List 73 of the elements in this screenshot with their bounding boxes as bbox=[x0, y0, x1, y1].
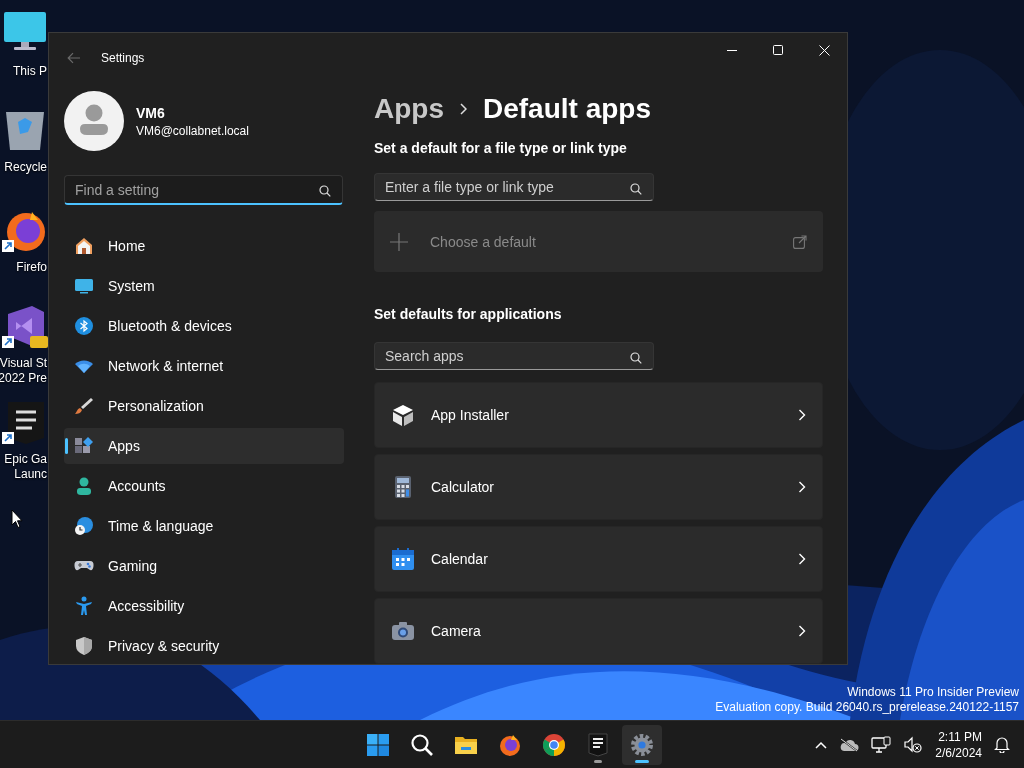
nav-item[interactable]: Apps bbox=[64, 428, 344, 464]
ribbon-logo-icon[interactable] bbox=[2, 304, 48, 350]
clock[interactable]: 2:11 PM 2/6/2024 bbox=[935, 728, 982, 761]
icon-label: Recycle bbox=[4, 160, 47, 175]
accessibility-icon bbox=[74, 596, 94, 616]
nav-item[interactable]: Accounts bbox=[64, 468, 344, 504]
page-title: Default apps bbox=[483, 92, 652, 125]
gear-icon bbox=[630, 732, 654, 757]
account-email: VM6@collabnet.local bbox=[136, 123, 249, 138]
home-icon bbox=[74, 236, 94, 256]
game-launcher-icon bbox=[586, 732, 610, 757]
nav-item[interactable]: Accessibility bbox=[64, 588, 344, 624]
nav-item[interactable]: Bluetooth & devices bbox=[64, 308, 344, 344]
search-icon bbox=[630, 351, 642, 364]
chevron-right-icon bbox=[798, 409, 806, 421]
section-heading: Set defaults for applications bbox=[374, 305, 563, 322]
cursor-icon bbox=[11, 509, 23, 529]
external-link-icon bbox=[793, 234, 807, 249]
chevron-right-icon bbox=[798, 625, 806, 637]
globe-clock-icon bbox=[74, 516, 94, 536]
nav-item[interactable]: Home bbox=[64, 228, 344, 264]
choose-default-card[interactable]: Choose a default bbox=[374, 211, 823, 272]
bluetooth-icon bbox=[74, 316, 94, 336]
notification-bell-icon[interactable] bbox=[994, 736, 1010, 753]
nav-item[interactable]: Privacy & security bbox=[64, 628, 344, 664]
nav-item[interactable]: Gaming bbox=[64, 548, 344, 584]
network-icon[interactable] bbox=[871, 735, 892, 754]
app-row[interactable]: Calendar bbox=[374, 526, 823, 592]
plus-icon bbox=[390, 232, 408, 251]
icon-label: Epic Ga bbox=[4, 452, 47, 467]
search-icon bbox=[319, 185, 331, 197]
package-icon bbox=[391, 403, 415, 427]
chevron-right-icon bbox=[798, 553, 806, 565]
nav-item[interactable]: Network & internet bbox=[64, 348, 344, 384]
app-row[interactable]: App Installer bbox=[374, 382, 823, 448]
volume-muted-icon[interactable] bbox=[903, 735, 924, 754]
taskbar-button[interactable] bbox=[622, 724, 662, 765]
person-icon bbox=[74, 476, 94, 496]
watermark-text: Windows 11 Pro Insider Preview bbox=[847, 685, 1019, 700]
section-heading: Set a default for a file type or link type bbox=[374, 140, 628, 157]
start-icon bbox=[366, 732, 390, 757]
nav-item[interactable]: System bbox=[64, 268, 344, 304]
shield-icon bbox=[74, 636, 94, 656]
chevron-up-icon[interactable] bbox=[815, 740, 828, 749]
breadcrumb-link[interactable]: Apps bbox=[374, 92, 444, 125]
monitor-icon bbox=[74, 276, 94, 296]
app-row[interactable]: Camera bbox=[374, 598, 823, 664]
maximize-icon bbox=[773, 45, 783, 55]
app-row[interactable]: Calculator bbox=[374, 454, 823, 520]
watermark-text: Evaluation copy. Build 26040.rs_prerelease.240122-1157 bbox=[715, 700, 1019, 715]
camera-icon bbox=[391, 619, 415, 643]
window-title: Settings bbox=[101, 51, 146, 65]
search-icon bbox=[630, 183, 642, 196]
icon-label: Visual St bbox=[0, 356, 47, 371]
icon-label: Launc bbox=[14, 467, 47, 482]
chevron-icon bbox=[460, 102, 467, 115]
apps-grid-icon bbox=[74, 436, 94, 456]
close-icon bbox=[818, 44, 830, 56]
account-name: VM6 bbox=[136, 104, 166, 121]
search-icon bbox=[410, 732, 434, 757]
browser-circle-icon bbox=[542, 732, 566, 757]
paintbrush-icon bbox=[74, 396, 94, 416]
search-field[interactable]: Search apps bbox=[374, 341, 654, 370]
nav-item[interactable]: Personalization bbox=[64, 388, 344, 424]
avatar-icon bbox=[64, 91, 124, 151]
calendar-icon bbox=[391, 547, 415, 571]
search-field[interactable]: Enter a file type or link type bbox=[374, 173, 654, 202]
chevron-right-icon bbox=[798, 481, 806, 493]
nav-item[interactable]: Time & language bbox=[64, 508, 344, 544]
icon-label: This P bbox=[13, 64, 47, 79]
search-field[interactable]: Find a setting bbox=[64, 175, 343, 205]
cloud-off-icon[interactable] bbox=[839, 737, 860, 752]
icon-label: Firefo bbox=[16, 260, 47, 275]
